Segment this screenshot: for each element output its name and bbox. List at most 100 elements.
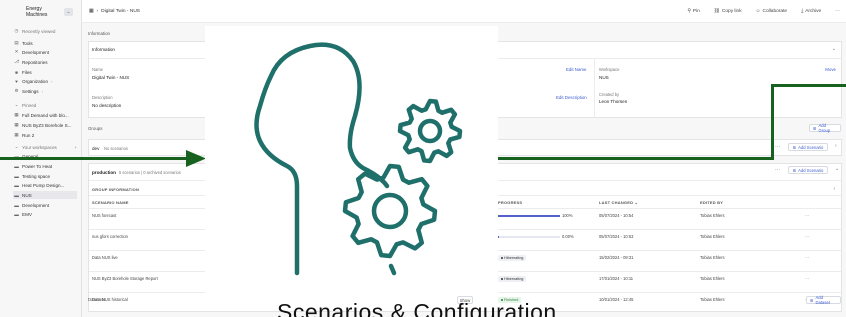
- sidebar-item-development[interactable]: ✕ Development: [13, 48, 77, 56]
- pin-label: Pin: [692, 8, 700, 14]
- sidebar-item-workspace-active[interactable]: ▬ NUS: [13, 191, 77, 199]
- name-label: Name: [92, 67, 103, 72]
- chevron-right-icon[interactable]: ›: [833, 186, 835, 192]
- chevron-down-icon[interactable]: ⌄: [832, 46, 836, 52]
- connector-line: [498, 157, 774, 160]
- collaborate-button[interactable]: ☺ Collaborate: [756, 8, 787, 14]
- chevron-right-icon[interactable]: ›: [835, 143, 837, 149]
- status-label: Hibernating: [504, 256, 524, 260]
- sidebar-item-label: Recently viewed: [22, 28, 56, 34]
- settings-icon: ⚙: [14, 88, 19, 93]
- folder-icon: ▬: [14, 163, 19, 169]
- overlay-card: [205, 26, 498, 294]
- sidebar-item-label: Repositories: [22, 59, 48, 65]
- folder-icon: ▬: [14, 173, 19, 179]
- chevron-right-icon: ›: [41, 88, 44, 94]
- col-last-changed[interactable]: LAST CHANGED ⌄: [599, 200, 638, 205]
- sidebar-item-label: Development: [22, 49, 50, 55]
- arrow-right-icon: [186, 150, 206, 167]
- gear-icon: [342, 163, 438, 259]
- description-value: No description: [92, 103, 122, 108]
- breadcrumb-current[interactable]: Digital Twin - NUS: [101, 9, 140, 14]
- archive-icon: ⤓: [801, 9, 804, 14]
- development-icon: ✕: [14, 49, 19, 54]
- sidebar-item-workspace[interactable]: ▬ EMV: [13, 210, 77, 218]
- sidebar-item-organization[interactable]: ♥ Organization ›: [13, 77, 77, 85]
- edit-name-link[interactable]: Edit Name: [566, 67, 587, 72]
- more-options-icon[interactable]: ···: [805, 213, 809, 218]
- folder-icon: ▬: [14, 192, 19, 198]
- sidebar-item-label: Tools: [22, 40, 33, 46]
- chevron-down-icon: ⌄: [14, 144, 19, 149]
- copy-link-button[interactable]: ⛓ Copy link: [714, 8, 742, 14]
- more-options-icon[interactable]: ···: [805, 276, 809, 281]
- edited-by: Tobias Ehlers: [700, 234, 725, 239]
- more-options-icon[interactable]: ···: [775, 144, 780, 150]
- sidebar-item-label: Settings: [22, 88, 39, 94]
- sidebar-item-files[interactable]: ■ Files: [13, 68, 77, 76]
- sidebar-item-repositories[interactable]: ⎇ Repositories: [13, 58, 77, 66]
- col-edited-by[interactable]: EDITED BY: [700, 200, 723, 205]
- move-link[interactable]: Move: [825, 67, 836, 72]
- sidebar-section-pinned[interactable]: ⌄ Pinned: [13, 101, 77, 109]
- org-name: Energy Machines: [26, 5, 48, 18]
- sidebar-item-workspace[interactable]: ▬ Development: [13, 201, 77, 209]
- more-options-icon[interactable]: ···: [835, 8, 840, 14]
- link-icon: ⛓: [713, 8, 720, 14]
- sidebar-item-label: NUS: [22, 192, 32, 198]
- add-group-button[interactable]: ⊞ Add Group: [809, 123, 841, 133]
- more-options-icon[interactable]: ···: [805, 234, 809, 239]
- sidebar-item-settings[interactable]: ⚙ Settings ›: [13, 87, 77, 95]
- sidebar-item-workspace[interactable]: ▬ Heat Pump Design...: [13, 181, 77, 189]
- sidebar-item-recently-viewed[interactable]: ◷ Recently viewed: [13, 27, 77, 35]
- status-dot-icon: [501, 278, 503, 280]
- last-changed: 17/01/2024 - 10:11: [599, 276, 634, 281]
- sidebar-item-workspace[interactable]: ▬ Testing space: [13, 172, 77, 180]
- pin-button[interactable]: ⚲ Pin: [687, 8, 699, 14]
- plus-icon[interactable]: +: [74, 145, 77, 150]
- sidebar-section-label: Pinned: [22, 102, 37, 108]
- more-options-icon[interactable]: ···: [775, 167, 780, 173]
- edited-by: Tobias Ehlers: [700, 213, 725, 218]
- add-dataset-button[interactable]: ⊞ Add Dataset: [806, 295, 841, 305]
- col-scenario-name[interactable]: SCENARIO NAME: [92, 200, 129, 205]
- sidebar-item-pinned[interactable]: ▦ Run 2: [13, 131, 77, 139]
- copy-link-label: Copy link: [721, 8, 742, 14]
- sidebar-item-tools[interactable]: ▤ Tools: [13, 39, 77, 47]
- chevron-right-icon: ›: [51, 78, 53, 84]
- progress-fill: [498, 215, 560, 217]
- sidebar-item-pinned[interactable]: ▦ NUS ByZ3 Borehole S...: [13, 121, 77, 129]
- tools-icon: ▤: [14, 40, 19, 45]
- sort-down-icon: ⌄: [634, 200, 639, 205]
- chevron-updown-icon[interactable]: ⌄: [64, 7, 73, 16]
- connector-line: [771, 84, 846, 87]
- chevron-down-icon[interactable]: ⌄: [835, 166, 839, 172]
- group-meta: 5 scenarios | 0 archived scenarios: [119, 170, 181, 175]
- col-last-changed-label: LAST CHANGED: [599, 200, 634, 205]
- add-group-label: Add Group: [818, 123, 831, 133]
- add-scenario-button[interactable]: ⊞ Add Scenario: [788, 166, 828, 174]
- grid-icon: ▦: [14, 122, 19, 127]
- sidebar-item-label: Heat Pump Design...: [22, 182, 65, 188]
- sidebar-item-pinned[interactable]: ▦ Full Demand with blo...: [13, 111, 77, 119]
- folder-icon: ▬: [14, 211, 19, 217]
- last-changed: 10/01/2024 - 12:45: [599, 297, 634, 302]
- group-information-header[interactable]: GROUP INFORMATION: [92, 187, 139, 192]
- archive-button[interactable]: ⤓ Archive: [801, 8, 821, 15]
- sidebar-item-label: NUS ByZ3 Borehole S...: [22, 122, 72, 128]
- sidebar-section-workspaces[interactable]: ⌄ Your workspaces +: [13, 143, 77, 151]
- col-progress[interactable]: PROGRESS: [498, 200, 522, 205]
- repositories-icon: ⎇: [14, 59, 20, 64]
- edit-description-link[interactable]: Edit Description: [556, 95, 587, 100]
- sidebar-item-label: Power To Heat: [22, 163, 53, 169]
- sidebar-item-workspace[interactable]: ▬ Power To Heat: [13, 162, 77, 170]
- grid-plus-icon: ⊞: [792, 167, 797, 173]
- section-information: Information: [88, 31, 110, 36]
- org-switcher[interactable]: Energy Machines ⌄: [12, 5, 76, 18]
- top-actions: ⚲ Pin ⛓ Copy link ☺ Collaborate ⤓ Archive ··…: [687, 8, 840, 15]
- name-value: Digital Twin - NUS: [92, 75, 130, 80]
- scenario-name: NUS forecast: [92, 213, 117, 218]
- clock-icon: ◷: [14, 28, 19, 33]
- add-scenario-button[interactable]: ⊞ Add Scenario: [788, 143, 828, 151]
- more-options-icon[interactable]: ···: [805, 255, 809, 260]
